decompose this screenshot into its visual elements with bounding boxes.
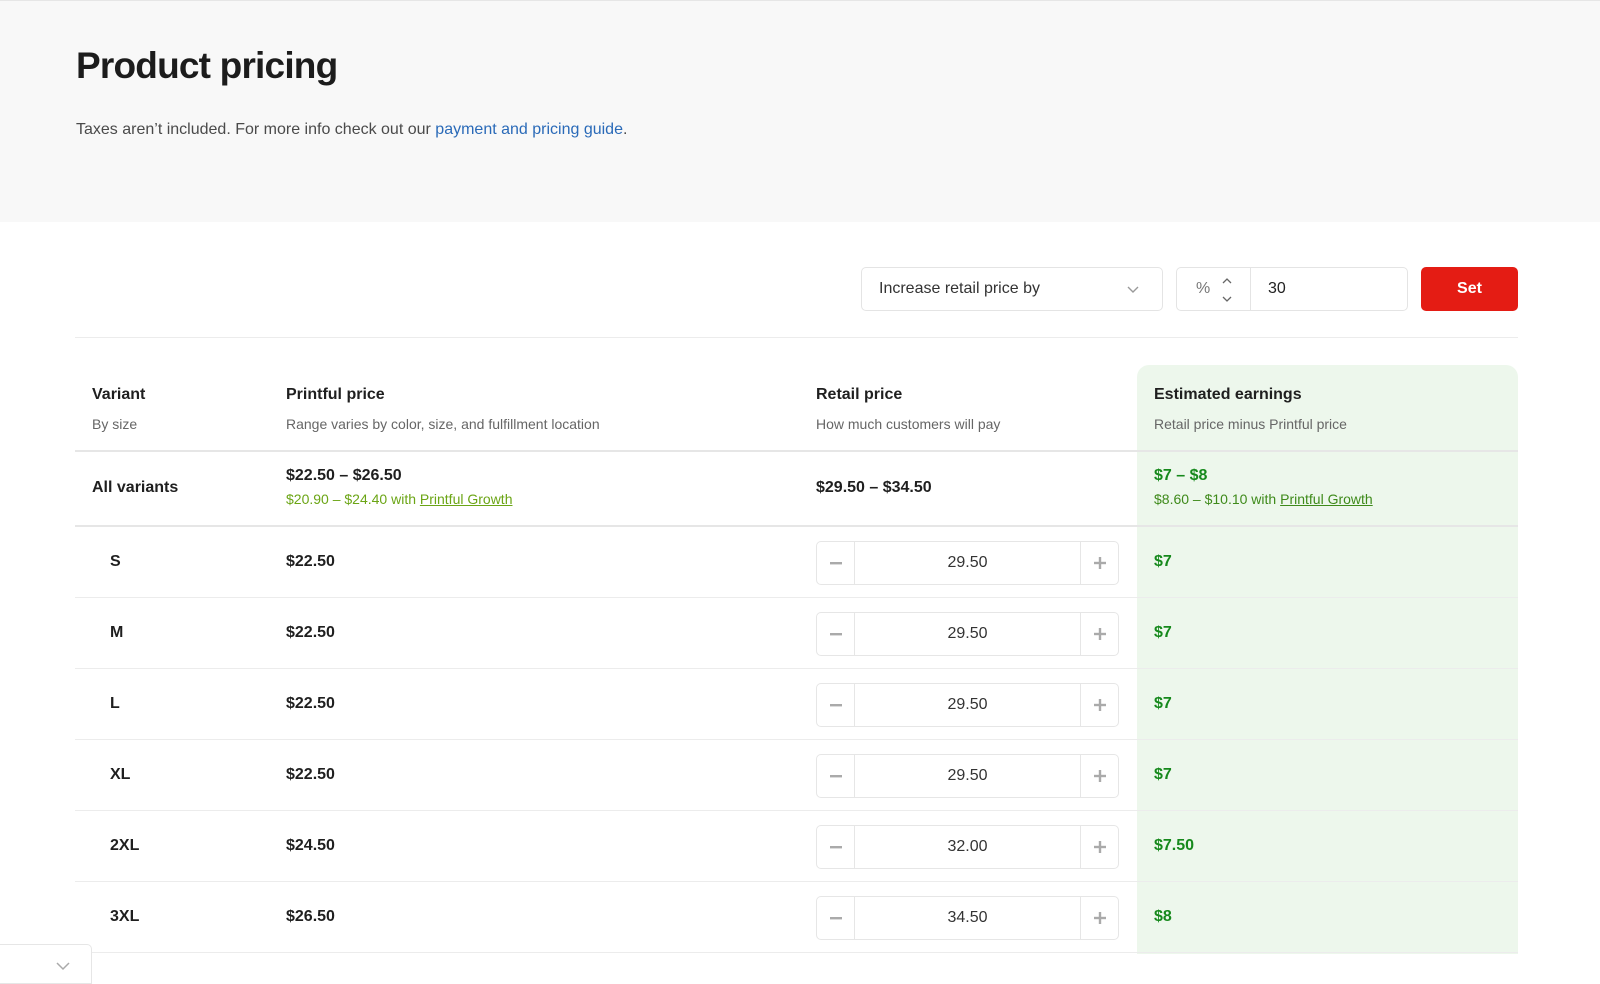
variant-size: L bbox=[110, 694, 120, 712]
collapsed-panel-toggle[interactable] bbox=[0, 944, 92, 984]
retail-price-input[interactable] bbox=[855, 612, 1080, 655]
all-variants-retail-price: $29.50 – $34.50 bbox=[816, 479, 932, 496]
row-divider bbox=[75, 810, 1518, 811]
set-button[interactable]: Set bbox=[1421, 267, 1518, 311]
increase-button[interactable] bbox=[1080, 683, 1118, 726]
minus-icon bbox=[829, 703, 842, 706]
variant-earnings: $7 bbox=[1154, 765, 1172, 783]
retail-price-stepper bbox=[816, 540, 1119, 585]
variant-earnings: $7 bbox=[1154, 623, 1172, 641]
minus-icon bbox=[829, 916, 842, 919]
variant-earnings: $7 bbox=[1154, 694, 1172, 712]
printful-growth-link[interactable]: Printful Growth bbox=[420, 491, 513, 507]
field-divider bbox=[1250, 268, 1251, 310]
minus-icon bbox=[829, 561, 842, 564]
all-variants-growth-earnings: $8.60 – $10.10 with Printful Growth bbox=[1154, 491, 1373, 507]
row-divider bbox=[75, 739, 1518, 740]
adjust-price-select[interactable]: Increase retail price by bbox=[861, 267, 1163, 311]
increase-button[interactable] bbox=[1080, 612, 1118, 655]
all-variants-label: All variants bbox=[92, 479, 179, 496]
chevron-down-icon bbox=[1127, 286, 1139, 293]
page-header: Product pricing Taxes aren’t included. F… bbox=[0, 1, 1600, 222]
col-subheader-retail-price: How much customers will pay bbox=[816, 416, 1001, 432]
col-header-earnings: Estimated earnings bbox=[1154, 386, 1302, 403]
plus-icon bbox=[1093, 769, 1106, 782]
printful-growth-earnings-link[interactable]: Printful Growth bbox=[1280, 491, 1373, 507]
unit-spinner-icon[interactable] bbox=[1221, 275, 1233, 305]
row-divider bbox=[75, 597, 1518, 598]
variant-size: XL bbox=[110, 765, 131, 783]
col-header-variant: Variant bbox=[92, 386, 146, 403]
minus-icon bbox=[829, 632, 842, 635]
variant-printful-price: $24.50 bbox=[286, 836, 335, 854]
retail-price-input[interactable] bbox=[855, 541, 1080, 584]
controls-divider bbox=[75, 337, 1518, 338]
variant-earnings: $7 bbox=[1154, 552, 1172, 570]
col-header-printful-price: Printful price bbox=[286, 386, 385, 403]
plus-icon bbox=[1093, 698, 1106, 711]
variant-earnings: $8 bbox=[1154, 907, 1172, 925]
growth-price-text: $20.90 – $24.40 with bbox=[286, 491, 420, 507]
page-subtitle: Taxes aren’t included. For more info che… bbox=[76, 121, 627, 139]
row-divider bbox=[75, 881, 1518, 882]
variant-size: 2XL bbox=[110, 836, 140, 854]
variant-earnings: $7.50 bbox=[1154, 836, 1195, 854]
variant-size: S bbox=[110, 552, 121, 570]
variant-printful-price: $26.50 bbox=[286, 907, 335, 925]
earnings-column-highlight bbox=[1137, 365, 1518, 954]
variant-printful-price: $22.50 bbox=[286, 552, 335, 570]
col-subheader-printful-price: Range varies by color, size, and fulfill… bbox=[286, 416, 600, 432]
decrease-button[interactable] bbox=[817, 825, 855, 868]
increase-button[interactable] bbox=[1080, 754, 1118, 797]
minus-icon bbox=[829, 845, 842, 848]
amount-field: % bbox=[1176, 267, 1408, 311]
decrease-button[interactable] bbox=[817, 896, 855, 939]
increase-button[interactable] bbox=[1080, 896, 1118, 939]
retail-price-stepper bbox=[816, 824, 1119, 869]
retail-price-stepper bbox=[816, 895, 1119, 940]
col-header-retail-price: Retail price bbox=[816, 386, 903, 403]
variant-printful-price: $22.50 bbox=[286, 694, 335, 712]
decrease-button[interactable] bbox=[817, 683, 855, 726]
amount-input[interactable] bbox=[1268, 280, 1388, 298]
decrease-button[interactable] bbox=[817, 612, 855, 655]
variant-printful-price: $22.50 bbox=[286, 623, 335, 641]
retail-price-stepper bbox=[816, 682, 1119, 727]
col-subheader-variant: By size bbox=[92, 416, 138, 432]
plus-icon bbox=[1093, 840, 1106, 853]
subtitle-text: Taxes aren’t included. For more info che… bbox=[76, 121, 436, 138]
unit-label: % bbox=[1196, 280, 1211, 297]
decrease-button[interactable] bbox=[817, 541, 855, 584]
adjust-price-select-value: Increase retail price by bbox=[879, 280, 1040, 297]
variant-size: M bbox=[110, 623, 124, 641]
retail-price-stepper bbox=[816, 753, 1119, 798]
all-variants-growth-price: $20.90 – $24.40 with Printful Growth bbox=[286, 491, 512, 507]
decrease-button[interactable] bbox=[817, 754, 855, 797]
retail-price-input[interactable] bbox=[855, 683, 1080, 726]
all-variants-divider bbox=[75, 525, 1518, 527]
plus-icon bbox=[1093, 911, 1106, 924]
subtitle-period: . bbox=[622, 121, 628, 138]
plus-icon bbox=[1093, 627, 1106, 640]
retail-price-input[interactable] bbox=[855, 896, 1080, 939]
increase-button[interactable] bbox=[1080, 825, 1118, 868]
retail-price-input[interactable] bbox=[855, 754, 1080, 797]
retail-price-stepper bbox=[816, 611, 1119, 656]
retail-price-input[interactable] bbox=[855, 825, 1080, 868]
row-divider bbox=[75, 668, 1518, 669]
variant-printful-price: $22.50 bbox=[286, 765, 335, 783]
growth-earnings-text: $8.60 – $10.10 with bbox=[1154, 491, 1281, 507]
variant-size: 3XL bbox=[110, 907, 140, 925]
increase-button[interactable] bbox=[1080, 541, 1118, 584]
col-subheader-earnings: Retail price minus Printful price bbox=[1154, 416, 1347, 432]
chevron-down-icon bbox=[56, 962, 70, 971]
page-title: Product pricing bbox=[76, 45, 338, 86]
pricing-guide-link[interactable]: payment and pricing guide bbox=[435, 121, 623, 138]
all-variants-earnings: $7 – $8 bbox=[1154, 467, 1208, 484]
all-variants-printful-price: $22.50 – $26.50 bbox=[286, 467, 402, 484]
plus-icon bbox=[1093, 556, 1106, 569]
minus-icon bbox=[829, 774, 842, 777]
row-divider bbox=[75, 952, 1518, 953]
header-divider bbox=[75, 450, 1518, 452]
